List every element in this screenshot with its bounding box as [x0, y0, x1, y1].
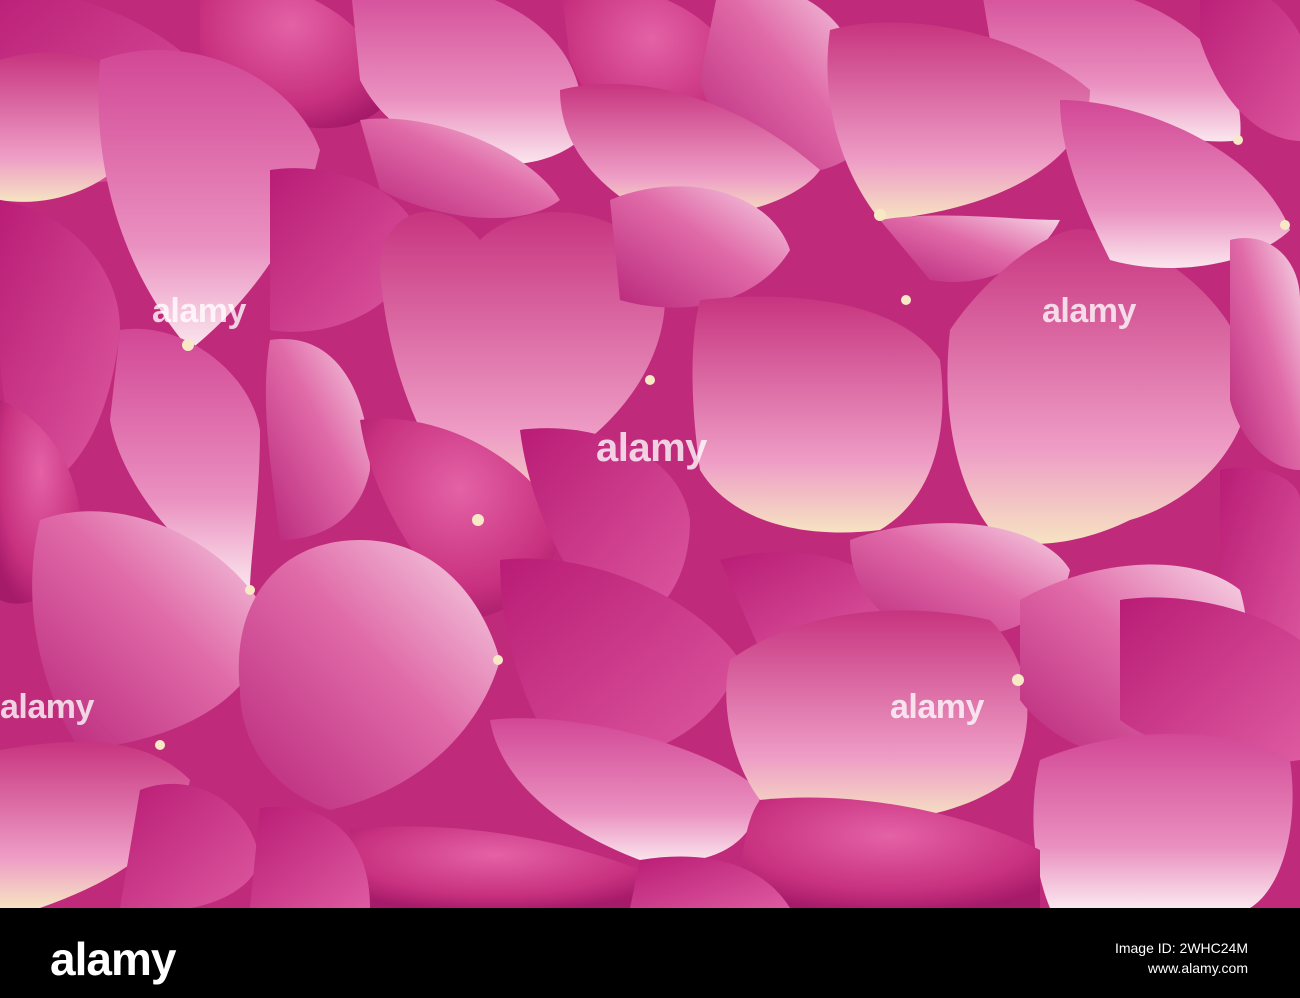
image-info: Image ID: 2WHC24M www.alamy.com: [1115, 938, 1248, 978]
image-id-label: Image ID: 2WHC24M: [1114, 940, 1248, 956]
site-url: www.alamy.com: [1147, 960, 1248, 976]
petals-illustration: [0, 0, 1300, 908]
alamy-logo: alamy: [50, 933, 176, 985]
rose-petals-photo: alamy alamy alamy alamy alamy: [0, 0, 1300, 908]
footer-bar: alamy Image ID: 2WHC24M www.alamy.com: [0, 908, 1300, 998]
